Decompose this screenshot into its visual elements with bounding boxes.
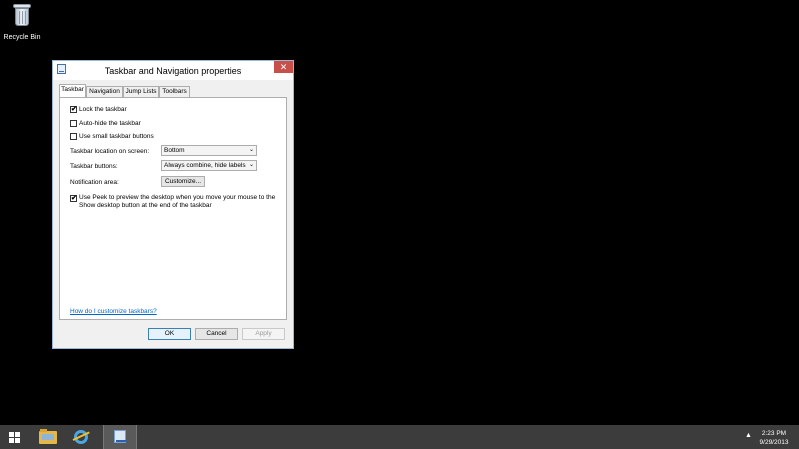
ok-button[interactable]: OK: [148, 328, 191, 340]
file-explorer-icon: [39, 429, 57, 444]
lock-taskbar-label: Lock the taskbar: [79, 106, 127, 113]
dialog-title: Taskbar and Navigation properties: [104, 66, 242, 76]
location-select[interactable]: Bottom ⌄: [161, 145, 257, 156]
taskbar-properties-icon: [114, 430, 128, 443]
chevron-down-icon: ⌄: [248, 147, 254, 153]
peek-checkbox[interactable]: ✔: [70, 195, 77, 202]
taskbar-properties-dialog: Taskbar and Navigation properties ✕ Task…: [52, 60, 294, 349]
lock-taskbar-checkbox[interactable]: ✔: [70, 106, 77, 113]
taskbar: [0, 425, 799, 449]
close-button[interactable]: ✕: [274, 61, 293, 73]
internet-explorer-icon: [74, 430, 88, 444]
small-buttons-label: Use small taskbar buttons: [79, 133, 154, 140]
clock[interactable]: 2:23 PM 9/29/2013: [754, 429, 794, 447]
location-label: Taskbar location on screen:: [70, 148, 150, 155]
desktop-icon-recycle-bin[interactable]: Recycle Bin: [2, 3, 42, 45]
notification-area-label: Notification area:: [70, 179, 119, 186]
show-hidden-icons-button[interactable]: ▲: [745, 432, 752, 439]
peek-label: Use Peek to preview the desktop when you…: [79, 194, 276, 209]
taskbar-properties-button[interactable]: [103, 425, 137, 449]
taskbar-buttons-select[interactable]: Always combine, hide labels ⌄: [161, 160, 257, 171]
chevron-down-icon: ⌄: [248, 162, 254, 168]
customize-button[interactable]: Customize...: [161, 176, 205, 187]
taskbar-buttons-value: Always combine, hide labels: [164, 162, 246, 169]
internet-explorer-button[interactable]: [65, 425, 97, 449]
location-value: Bottom: [164, 147, 185, 154]
file-explorer-button[interactable]: [31, 425, 63, 449]
auto-hide-checkbox[interactable]: [70, 120, 77, 127]
tab-taskbar[interactable]: Taskbar: [59, 84, 86, 97]
title-bar[interactable]: Taskbar and Navigation properties ✕: [53, 61, 293, 80]
tab-toolbars[interactable]: Toolbars: [159, 86, 190, 97]
apply-button[interactable]: Apply: [242, 328, 285, 340]
tab-navigation[interactable]: Navigation: [86, 86, 123, 97]
small-buttons-checkbox[interactable]: [70, 133, 77, 140]
peek-checkbox-row[interactable]: ✔ Use Peek to preview the desktop when y…: [70, 194, 280, 212]
auto-hide-label: Auto-hide the taskbar: [79, 120, 141, 127]
desktop-icon-label: Recycle Bin: [3, 34, 41, 41]
windows-logo-icon: [9, 432, 21, 443]
recycle-bin-icon: [12, 3, 32, 27]
help-link[interactable]: How do I customize taskbars?: [70, 308, 157, 315]
tab-jump-lists[interactable]: Jump Lists: [123, 86, 159, 97]
cancel-button[interactable]: Cancel: [195, 328, 238, 340]
clock-date: 9/29/2013: [759, 439, 789, 446]
taskbar-buttons-label: Taskbar buttons:: [70, 163, 118, 170]
start-button[interactable]: [0, 425, 30, 449]
clock-time: 2:23 PM: [761, 430, 787, 437]
taskbar-tab-panel: ✔ Lock the taskbar Auto-hide the taskbar…: [59, 97, 287, 320]
